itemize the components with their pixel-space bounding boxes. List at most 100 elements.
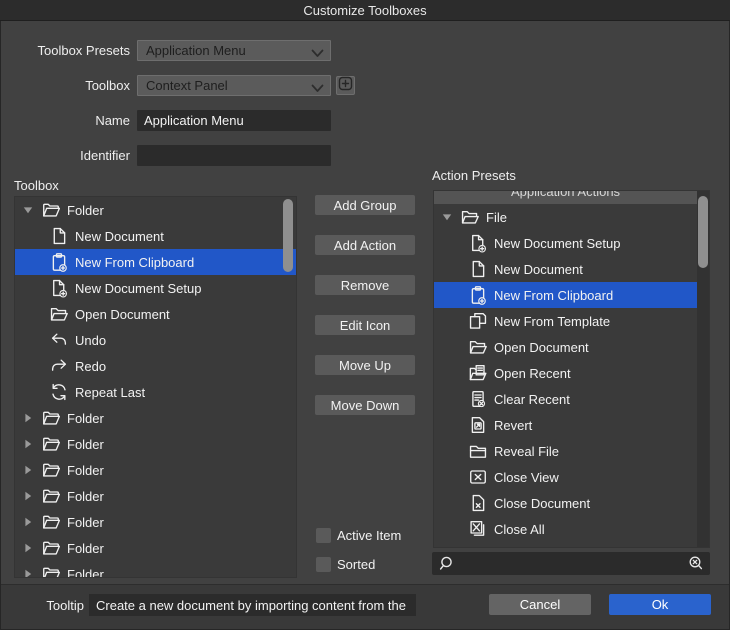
tree-item-label: Folder [67,202,104,218]
tree-item-undo[interactable]: Undo [15,327,296,353]
active-item-checkbox[interactable] [316,527,331,543]
toolbox-dropdown[interactable]: Context Panel [137,75,331,96]
tooltip-label: Tooltip [46,598,84,613]
tree-item-new-document-setup[interactable]: New Document Setup [434,230,697,256]
chevron-collapsed-icon[interactable] [23,431,41,457]
identifier-field[interactable] [137,145,331,166]
undo-icon [49,330,69,350]
tree-item-label: New Document [494,261,583,277]
tree-item-open-recent[interactable]: Open Recent [434,360,697,386]
add-action-button[interactable]: Add Action [315,235,415,255]
tree-item-label: Folder [67,488,104,504]
active-item-checkbox-label: Active Item [337,527,402,543]
tree-item-label: Reveal File [494,443,560,459]
tree-item-label: Close View [494,469,559,485]
tree-item-label: Close All [494,521,545,537]
chevron-collapsed-icon[interactable] [23,483,41,509]
presets-scrollbar-thumb[interactable] [698,196,708,268]
tree-item-clear-recent[interactable]: Clear Recent [434,386,697,412]
chevron-expanded-icon[interactable] [23,197,41,223]
folder-icon [41,486,61,506]
identifier-label: Identifier [80,148,130,163]
toolbox-tree-panel: Folder New Document New From Clipboard New … [14,196,297,578]
tree-item-label: New Document Setup [494,235,621,251]
customize-toolboxes-dialog: Customize Toolboxes Toolbox Presets Appl… [0,0,730,630]
chevron-collapsed-icon[interactable] [23,509,41,535]
tree-item-close-view[interactable]: Close View [434,464,697,490]
tree-item-new-document[interactable]: New Document [434,256,697,282]
tree-item-open-document[interactable]: Open Document [15,301,296,327]
move-up-button[interactable]: Move Up [315,355,415,375]
chevron-expanded-icon[interactable] [442,204,460,230]
tree-item-new-from-template[interactable]: New From Template [434,308,697,334]
chevron-collapsed-icon[interactable] [23,561,41,577]
tree-item-folder[interactable]: Folder [15,405,296,431]
search-box[interactable] [432,552,710,575]
folder-icon [41,200,61,220]
document-icon [49,226,69,246]
tree-item-folder[interactable]: Folder [15,431,296,457]
chevron-collapsed-icon[interactable] [23,405,41,431]
titlebar[interactable]: Customize Toolboxes [0,0,730,21]
tree-item-close-document[interactable]: Close Document [434,490,697,516]
redo-icon [49,356,69,376]
tree-item-new-document-setup[interactable]: New Document Setup [15,275,296,301]
tree-item-new-from-clipboard[interactable]: New From Clipboard [15,249,296,275]
window-title: Customize Toolboxes [303,2,427,18]
document-template-icon [468,311,488,331]
folder-recent-icon [468,363,488,383]
folder-icon [41,564,61,577]
toolbox-section-label: Toolbox [14,178,59,193]
name-label: Name [95,113,130,128]
tree-item-close-all[interactable]: Close All [434,516,697,542]
tree-item-folder[interactable]: Folder [15,483,296,509]
sorted-checkbox-row[interactable]: Sorted [316,556,401,572]
tree-item-folder[interactable]: Folder [15,561,296,577]
tree-item-folder[interactable]: Folder [15,197,296,223]
active-item-checkbox-row[interactable]: Active Item [316,527,401,543]
add-group-button[interactable]: Add Group [315,195,415,215]
chevron-down-icon [311,81,324,92]
ok-button[interactable]: Ok [609,594,711,615]
name-field[interactable] [137,110,331,131]
document-revert-icon [468,415,488,435]
chevron-collapsed-icon[interactable] [23,535,41,561]
folder-icon [41,538,61,558]
remove-button[interactable]: Remove [315,275,415,295]
edit-icon-button[interactable]: Edit Icon [315,315,415,335]
clear-search-icon[interactable] [687,555,704,572]
tree-item-open-document[interactable]: Open Document [434,334,697,360]
tree-item-new-from-clipboard[interactable]: New From Clipboard [434,282,697,308]
folder-icon [41,512,61,532]
tree-item-label: Revert [494,417,533,433]
tree-item-folder[interactable]: Folder [15,509,296,535]
sorted-checkbox-label: Sorted [337,556,376,572]
tree-item-label: Close Document [494,495,591,511]
tree-item-label: Undo [75,332,107,348]
tree-item-folder[interactable]: Folder [15,457,296,483]
tree-item-label: Clear Recent [494,391,570,407]
document-clear-icon [468,389,488,409]
tree-item-file[interactable]: File [434,204,697,230]
tree-item-label: New Document [75,228,164,244]
toolbox-presets-dropdown[interactable]: Application Menu [137,40,331,61]
tree-item-folder[interactable]: Folder [15,535,296,561]
toolbox-scrollbar-thumb[interactable] [283,199,293,272]
tree-item-label: Open Recent [494,365,571,381]
tooltip-field[interactable] [89,594,416,616]
tree-item-revert[interactable]: Revert [434,412,697,438]
tree-item-repeat-last[interactable]: Repeat Last [15,379,296,405]
tree-item-reveal-file[interactable]: Reveal File [434,438,697,464]
add-toolbox-button[interactable] [336,76,355,95]
group-header-application-actions[interactable]: Application Actions [434,191,697,204]
move-down-button[interactable]: Move Down [315,395,415,415]
tree-item-new-document[interactable]: New Document [15,223,296,249]
search-input[interactable] [455,556,687,571]
presets-scrollbar-track[interactable] [697,191,709,547]
tree-item-label: Folder [67,514,104,530]
folder-icon [41,434,61,454]
cancel-button[interactable]: Cancel [489,594,591,615]
chevron-collapsed-icon[interactable] [23,457,41,483]
sorted-checkbox[interactable] [316,556,331,572]
tree-item-redo[interactable]: Redo [15,353,296,379]
